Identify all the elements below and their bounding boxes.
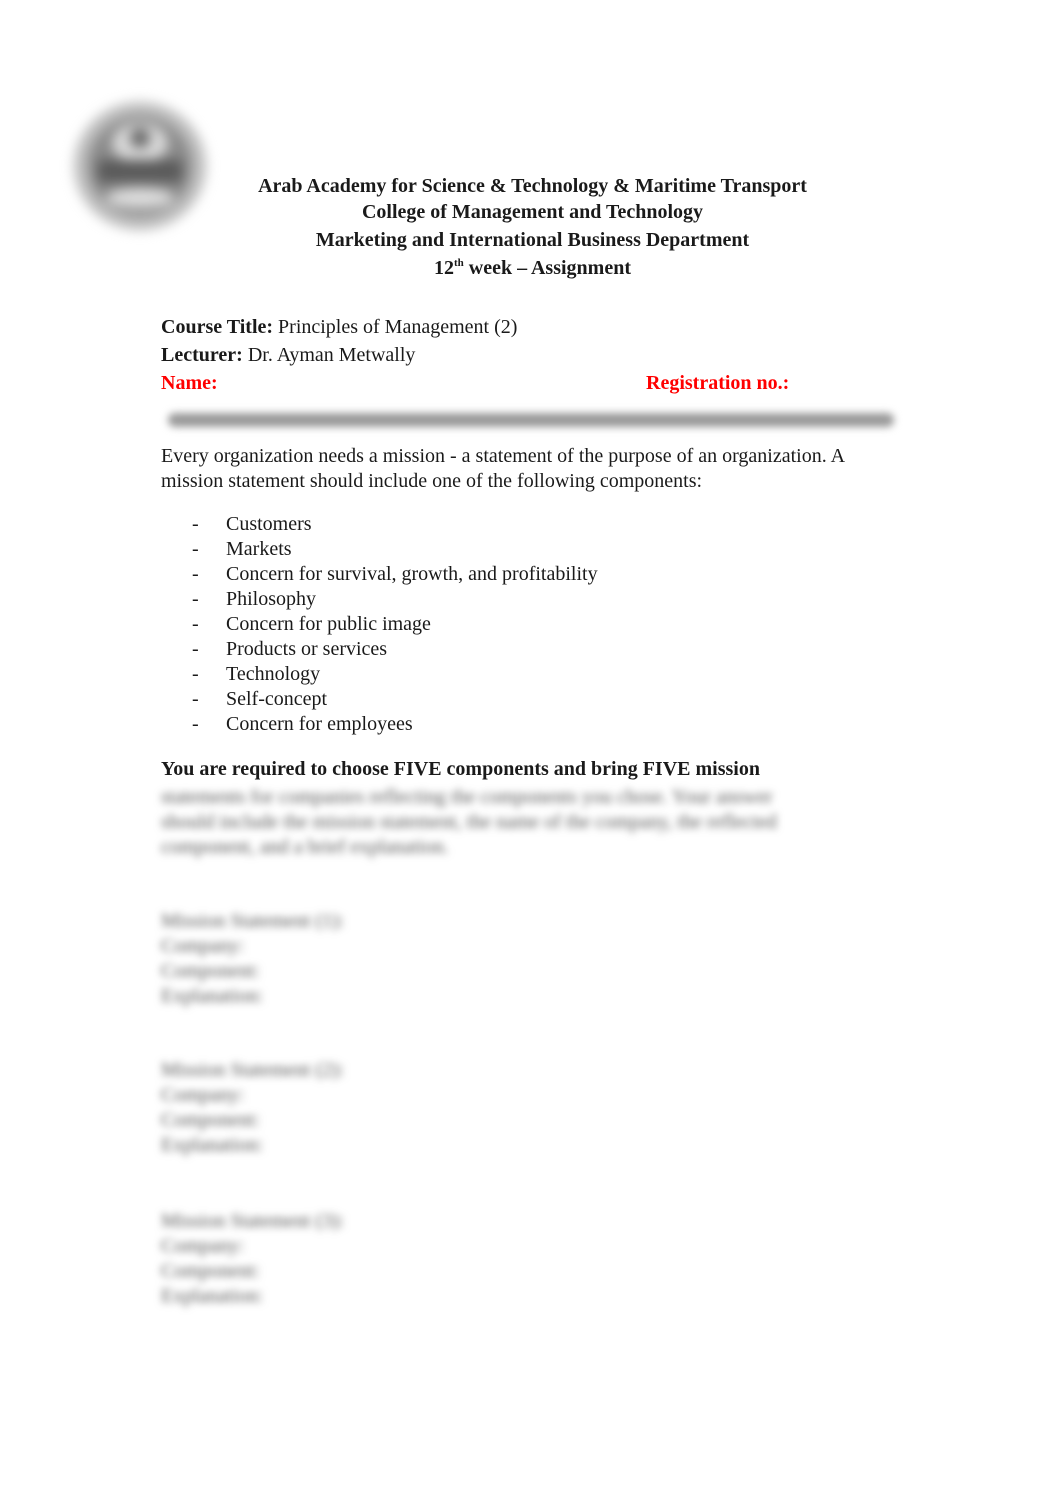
bullet-dash: - bbox=[192, 588, 199, 610]
list-item: - Concern for employees bbox=[192, 713, 413, 735]
lecturer-value: Dr. Ayman Metwally bbox=[242, 344, 416, 366]
course-title: Course Title: Principles of Management (… bbox=[161, 316, 517, 339]
lecturer-label: Lecturer: bbox=[161, 344, 243, 366]
lecturer: Lecturer: Dr. Ayman Metwally bbox=[161, 344, 415, 367]
blurred-instruction: statements for companies reflecting the … bbox=[161, 786, 777, 858]
week-rest: week – Assignment bbox=[463, 257, 631, 279]
week-suffix: th bbox=[453, 257, 464, 269]
bullet-dash: - bbox=[192, 538, 199, 560]
bullet-dash: - bbox=[192, 688, 199, 710]
bullet-dash: - bbox=[192, 613, 199, 635]
intro-paragraph: Every organization needs a mission - a s… bbox=[161, 445, 844, 492]
instruction-text: You are required to choose FIVE componen… bbox=[161, 758, 760, 780]
list-item: - Products or services bbox=[192, 638, 388, 660]
components-list: - Customers - Markets - Concern for surviva… bbox=[161, 512, 598, 737]
divider-bar bbox=[168, 413, 894, 427]
name-label: Name: bbox=[161, 372, 218, 394]
week-number: 12 bbox=[433, 257, 454, 279]
bullet-dash: - bbox=[192, 713, 199, 735]
registration-label: Registration no.: bbox=[646, 372, 790, 394]
blurred-section-3: Mission Statement (3): Company: Componen… bbox=[161, 1210, 345, 1307]
list-item: - Concern for survival, growth, and profi… bbox=[192, 563, 598, 585]
institution-name: Arab Academy for Science & Technology & … bbox=[258, 175, 807, 197]
list-item: - Technology bbox=[192, 663, 321, 685]
list-item: - Philosophy bbox=[192, 588, 317, 610]
list-item: - Markets bbox=[192, 538, 292, 560]
bullet-dash: - bbox=[192, 638, 199, 660]
department-name: Marketing and International Business Dep… bbox=[315, 229, 750, 251]
list-item: - Self-concept bbox=[192, 688, 328, 710]
list-item: - Concern for public image bbox=[192, 613, 431, 635]
course-value: Principles of Management (2) bbox=[273, 316, 518, 338]
assignment-title: 12th week – Assignment bbox=[160, 257, 905, 280]
course-label: Course Title: bbox=[161, 316, 274, 338]
blurred-section-1: Mission Statement (1): Company: Componen… bbox=[161, 910, 345, 1007]
bullet-dash: - bbox=[192, 513, 199, 535]
college-name: College of Management and Technology bbox=[361, 201, 704, 223]
bullet-dash: - bbox=[192, 663, 199, 685]
bullet-dash: - bbox=[192, 563, 199, 585]
list-item: - Customers bbox=[192, 513, 312, 535]
blurred-section-2: Mission Statement (2): Company: Componen… bbox=[161, 1059, 345, 1156]
